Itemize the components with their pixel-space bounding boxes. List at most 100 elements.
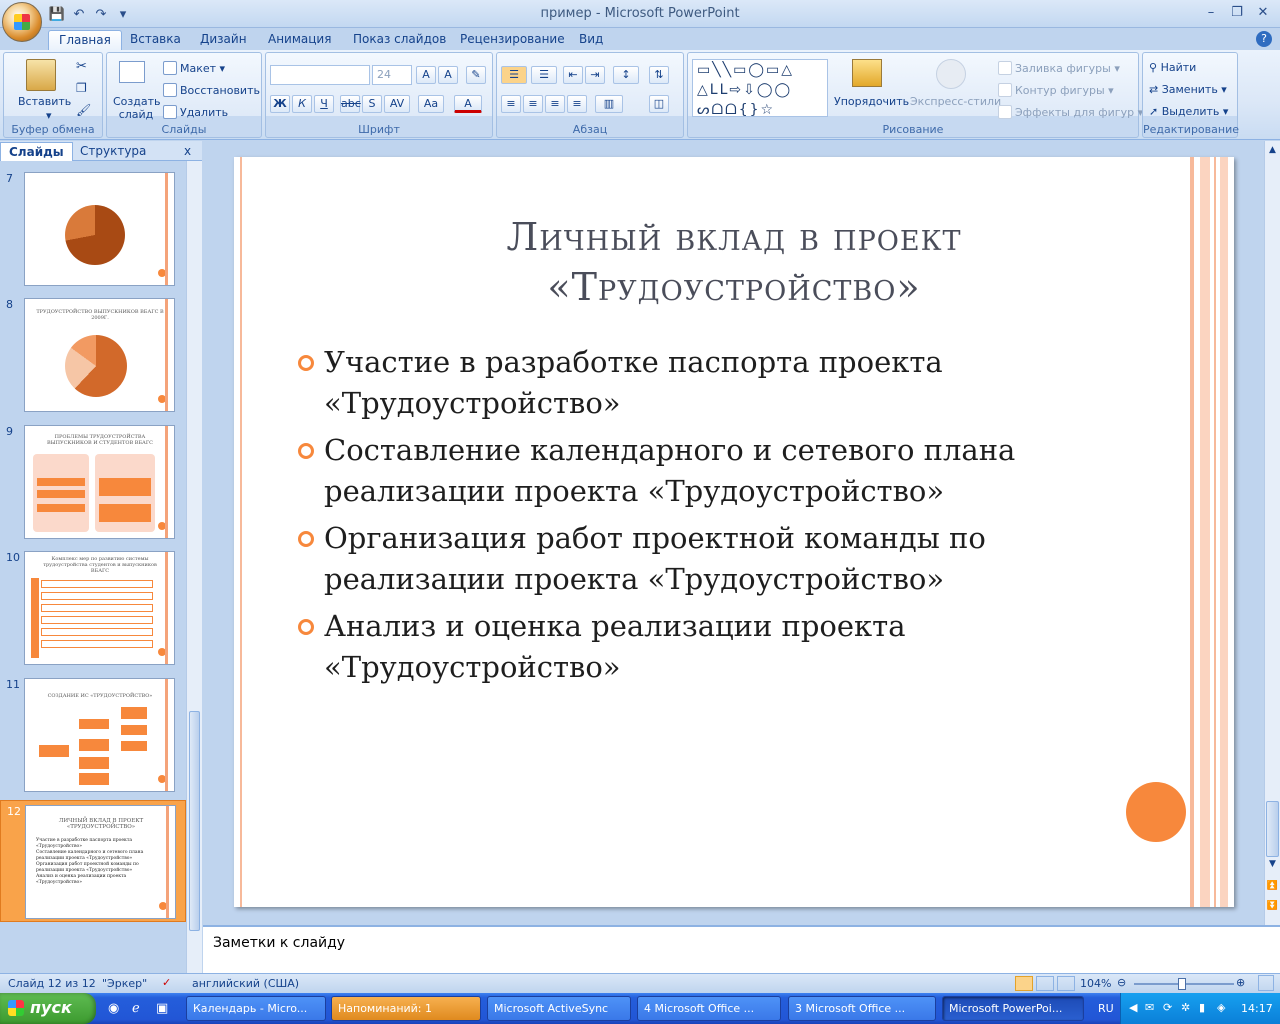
sorter-view-icon[interactable] [1036,976,1054,991]
thumbnail-row[interactable]: 7 [0,168,186,290]
slide-thumbnail[interactable] [24,172,175,286]
notes-pane[interactable]: Заметки к слайду [203,925,1280,973]
justify-button[interactable]: ≡ [567,95,587,113]
scrollbar-thumb[interactable] [1266,801,1279,857]
tray-volume-icon[interactable]: ◈ [1217,1001,1225,1014]
columns-button[interactable]: ▥ [595,95,623,113]
restore-icon[interactable]: ❐ [1224,2,1250,22]
shape-fill-button[interactable]: Заливка фигуры ▾ [998,61,1120,75]
zoom-level[interactable]: 104% [1080,977,1111,990]
spacing-button[interactable]: AV [384,95,410,113]
shadow-button[interactable]: S [362,95,382,113]
tray-arrow-icon[interactable]: ◀ [1129,1001,1137,1014]
font-size-field[interactable]: 24 [372,65,412,85]
zoom-out-icon[interactable]: ⊖ [1117,976,1126,989]
tab-animation[interactable]: Анимация [258,30,341,50]
bullet-item[interactable]: Организация работ проектной команды по р… [294,518,1094,600]
tab-home[interactable]: Главная [48,30,122,50]
bullet-item[interactable]: Анализ и оценка реализации проекта «Труд… [294,606,1094,688]
clear-format-button[interactable]: ✎ [466,66,486,84]
slide-thumbnail[interactable]: ЛИЧНЫЙ ВКЛАД В ПРОЕКТ «ТРУДОУСТРОЙСТВО» … [25,805,176,919]
underline-button[interactable]: Ч [314,95,334,113]
thumbnail-row[interactable]: 10 Комплекс мер по развитию системы труд… [0,547,186,669]
previous-slide-icon[interactable]: ⏫ [1266,881,1279,895]
align-right-button[interactable]: ≡ [545,95,565,113]
thumbnail-row[interactable]: 11 СОЗДАНИЕ ИС «ТРУДОУСТРОЙСТВО» [0,674,186,796]
bullets-button[interactable]: ☰ [501,66,527,84]
format-painter-icon[interactable]: 🖌 [76,103,91,117]
taskbar-item[interactable]: Календарь - Micro... [186,996,326,1021]
tab-outline[interactable]: Структура [72,142,154,161]
text-direction-button[interactable]: ⇅ [649,66,669,84]
taskbar-item[interactable]: Microsoft ActiveSync [487,996,631,1021]
pane-close-icon[interactable]: x [176,142,199,161]
scroll-down-icon[interactable]: ▼ [1266,859,1279,873]
normal-view-icon[interactable] [1015,976,1033,991]
shrink-font-button[interactable]: A [438,66,458,84]
language-bar[interactable]: RU [1098,1002,1114,1015]
shapes-gallery[interactable]: ▭╲╲▭◯▭△ △ᒪᒪ⇨⇩◯◯ ᔕᗝᗝ{}☆ [692,59,828,118]
replace-button[interactable]: ⇄ Заменить ▾ [1149,83,1227,96]
tab-view[interactable]: Вид [569,30,613,50]
italic-button[interactable]: К [292,95,312,113]
slide-scrollbar[interactable]: ▲ ▼ ⏫ ⏬ [1264,141,1280,925]
bold-button[interactable]: Ж [270,95,290,113]
tab-design[interactable]: Дизайн [190,30,257,50]
arrange-button[interactable]: Упорядочить [834,95,909,108]
slide-thumbnail[interactable]: ТРУДОУСТРОЙСТВО ВЫПУСКНИКОВ ВБАГС В 2009… [24,298,175,412]
find-button[interactable]: ⚲ Найти [1149,61,1196,74]
slide-thumbnail[interactable]: СОЗДАНИЕ ИС «ТРУДОУСТРОЙСТВО» [24,678,175,792]
office-button[interactable] [2,2,42,42]
quicklaunch-desktop-icon[interactable]: ▣ [156,1001,168,1016]
slide-canvas[interactable]: Личный вклад в проект «Трудоустройство» … [234,157,1234,907]
taskbar-item[interactable]: Напоминаний: 1 [331,996,481,1021]
layout-button[interactable]: Макет ▾ [163,61,225,75]
fit-to-window-icon[interactable] [1258,975,1274,991]
tray-mail-icon[interactable]: ✉ [1145,1001,1154,1014]
shape-outline-button[interactable]: Контур фигуры ▾ [998,83,1114,97]
font-color-button[interactable]: A [454,95,482,113]
grow-font-button[interactable]: A [416,66,436,84]
shape-effects-button[interactable]: Эффекты для фигур ▾ [998,105,1143,119]
slide-thumbnail[interactable]: Комплекс мер по развитию системы трудоус… [24,551,175,665]
scroll-up-icon[interactable]: ▲ [1266,145,1279,159]
align-left-button[interactable]: ≡ [501,95,521,113]
increase-indent-button[interactable]: ⇥ [585,66,605,84]
start-button[interactable]: пуск [0,993,96,1024]
close-icon[interactable]: ✕ [1250,2,1276,22]
taskbar-item[interactable]: 4 Microsoft Office ... [637,996,781,1021]
zoom-slider-handle[interactable] [1178,978,1186,990]
case-button[interactable]: Aa [418,95,444,113]
tab-slides[interactable]: Слайды [0,142,73,161]
quick-styles-button[interactable]: Экспресс-стили [910,95,1001,108]
spellcheck-icon[interactable]: ✓ [162,976,171,989]
slideshow-view-icon[interactable] [1057,976,1075,991]
reset-button[interactable]: Восстановить [163,83,260,97]
tray-network-icon[interactable]: ✲ [1181,1001,1190,1014]
taskbar-item[interactable]: 3 Microsoft Office ... [788,996,936,1021]
quicklaunch-outlook-icon[interactable]: ◉ [108,1001,119,1016]
align-center-button[interactable]: ≡ [523,95,543,113]
select-button[interactable]: ➚ Выделить ▾ [1149,105,1228,118]
quicklaunch-ie-icon[interactable]: ℯ [132,1001,140,1016]
next-slide-icon[interactable]: ⏬ [1266,901,1279,915]
zoom-in-icon[interactable]: ⊕ [1236,976,1245,989]
smartart-button[interactable]: ◫ [649,95,669,113]
clock[interactable]: 14:17 [1241,1002,1273,1015]
font-name-field[interactable] [270,65,370,85]
bullet-item[interactable]: Составление календарного и сетевого план… [294,430,1094,512]
decrease-indent-button[interactable]: ⇤ [563,66,583,84]
tab-slideshow[interactable]: Показ слайдов [343,30,456,50]
tray-sync-icon[interactable]: ⟳ [1163,1001,1172,1014]
scrollbar-thumb[interactable] [189,711,200,931]
thumbnail-row-selected[interactable]: 12 ЛИЧНЫЙ ВКЛАД В ПРОЕКТ «ТРУДОУСТРОЙСТВ… [0,800,186,922]
strike-button[interactable]: abc [340,95,361,113]
taskbar-item-active[interactable]: Microsoft PowerPoi... [942,996,1084,1021]
thumbnails-scrollbar[interactable] [186,161,202,973]
tray-device-icon[interactable]: ▮ [1199,1001,1205,1014]
bullet-item[interactable]: Участие в разработке паспорта проекта «Т… [294,342,1094,424]
delete-slide-button[interactable]: Удалить [163,105,228,119]
language-indicator[interactable]: английский (США) [192,977,299,990]
slide-thumbnail[interactable]: ПРОБЛЕМЫ ТРУДОУСТРОЙСТВА ВЫПУСКНИКОВ И С… [24,425,175,539]
cut-icon[interactable]: ✂ [76,59,87,74]
